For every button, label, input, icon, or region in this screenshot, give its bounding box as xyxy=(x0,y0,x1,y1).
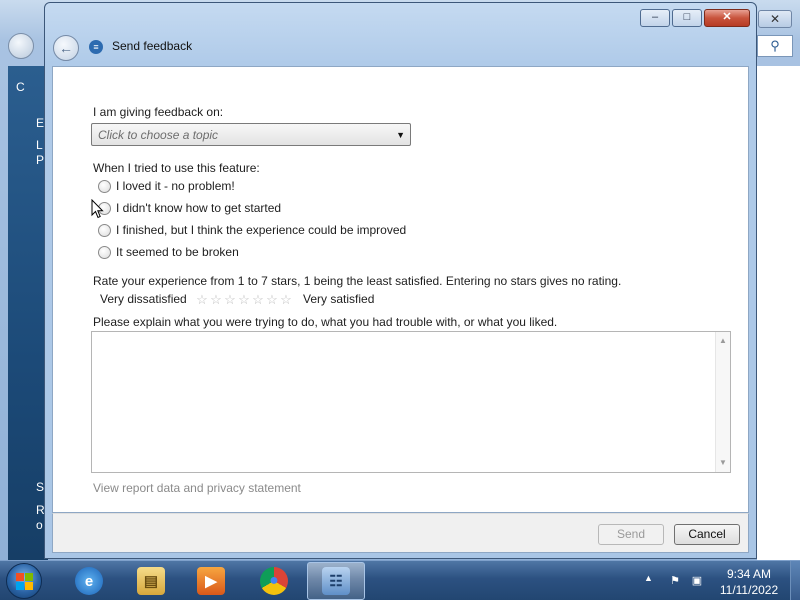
back-button[interactable]: ← xyxy=(53,35,79,61)
control-panel-icon: ☷ xyxy=(322,567,350,595)
radio-button[interactable] xyxy=(98,223,111,237)
topic-label: I am giving feedback on: xyxy=(93,105,224,119)
clock-time: 9:34 AM xyxy=(726,567,772,581)
star-icon[interactable]: ☆ xyxy=(251,293,265,307)
explain-label: Please explain what you were trying to d… xyxy=(93,315,558,329)
maximize-button[interactable]: □ xyxy=(672,9,702,27)
start-button[interactable] xyxy=(6,563,42,599)
action-center-flag-icon[interactable]: ⚑ xyxy=(668,574,682,588)
taskbar-internet-explorer[interactable]: e xyxy=(60,562,118,600)
textarea-scrollbar[interactable]: ▲ ▼ xyxy=(715,332,730,472)
rating-label: Rate your experience from 1 to 7 stars, … xyxy=(93,274,622,288)
star-icon[interactable]: ☆ xyxy=(195,293,209,307)
tray-expand-icon[interactable]: ▲ xyxy=(644,573,653,583)
bg-back-button[interactable] xyxy=(8,33,38,59)
dialog-title: Send feedback xyxy=(112,39,193,53)
minimize-button[interactable]: – xyxy=(640,9,670,27)
dialog-footer: Send Cancel xyxy=(52,513,749,553)
radio-button[interactable] xyxy=(98,179,111,193)
radio-option-could-improve[interactable]: I finished, but I think the experience c… xyxy=(98,221,406,239)
star-icon[interactable]: ☆ xyxy=(209,293,223,307)
star-icon[interactable]: ☆ xyxy=(223,293,237,307)
send-feedback-dialog: – □ ✕ ← ≡ Send feedback I am giving feed… xyxy=(44,2,757,559)
title-controls: – □ ✕ xyxy=(638,9,750,27)
bg-search-icon[interactable]: ⚲ xyxy=(757,35,793,57)
taskbar-windows-explorer[interactable]: ▤ xyxy=(122,562,180,600)
clock-date: 11/11/2022 xyxy=(719,583,779,597)
bg-close-button[interactable]: ✕ xyxy=(758,10,792,28)
taskbar: e ▤ ▶ ● ☷ ▲ ⚑ ▣ 9:34 AM 11/11/2022 xyxy=(0,560,800,600)
dialog-content: I am giving feedback on: Click to choose… xyxy=(52,66,749,513)
star-icon[interactable]: ☆ xyxy=(279,293,293,307)
send-button[interactable]: Send xyxy=(598,524,664,545)
star-rating[interactable]: ☆ ☆ ☆ ☆ ☆ ☆ ☆ xyxy=(195,293,293,307)
feature-label: When I tried to use this feature: xyxy=(93,161,260,175)
privacy-link[interactable]: View report data and privacy statement xyxy=(93,481,301,495)
chevron-down-icon: ▼ xyxy=(396,130,405,140)
windows-logo-icon xyxy=(16,573,33,590)
radio-button[interactable] xyxy=(98,245,111,259)
taskbar-chrome[interactable]: ● xyxy=(245,562,303,600)
taskbar-media-player[interactable]: ▶ xyxy=(182,562,240,600)
scroll-down-icon[interactable]: ▼ xyxy=(716,456,730,470)
internet-explorer-icon: e xyxy=(75,567,103,595)
bg-content xyxy=(757,66,800,560)
radio-option-didnt-know[interactable]: I didn't know how to get started xyxy=(98,199,281,217)
system-clock[interactable]: 9:34 AM 11/11/2022 xyxy=(712,566,786,598)
bg-sidebar-letter: L xyxy=(36,138,43,152)
back-arrow-icon: ← xyxy=(59,40,73,56)
folder-icon: ▤ xyxy=(137,567,165,595)
bg-sidebar: C E L P S R o xyxy=(8,66,48,560)
radio-option-loved-it[interactable]: I loved it - no problem! xyxy=(98,177,235,195)
topic-placeholder: Click to choose a topic xyxy=(98,128,219,142)
cancel-button[interactable]: Cancel xyxy=(674,524,740,545)
radio-label: I finished, but I think the experience c… xyxy=(116,223,407,237)
star-icon[interactable]: ☆ xyxy=(265,293,279,307)
network-icon[interactable]: ▣ xyxy=(690,574,704,588)
radio-label: It seemed to be broken xyxy=(116,245,239,259)
rating-high-label: Very satisfied xyxy=(303,292,375,306)
radio-label: I loved it - no problem! xyxy=(116,179,235,193)
taskbar-control-panel[interactable]: ☷ xyxy=(307,562,365,600)
feedback-textarea[interactable]: ▲ ▼ xyxy=(91,331,731,473)
star-icon[interactable]: ☆ xyxy=(237,293,251,307)
scroll-up-icon[interactable]: ▲ xyxy=(716,334,730,348)
rating-low-label: Very dissatisfied xyxy=(100,292,187,306)
radio-label: I didn't know how to get started xyxy=(116,201,282,215)
bg-sidebar-letter: S xyxy=(36,480,45,494)
bg-sidebar-letter: E xyxy=(36,116,45,130)
bg-sidebar-letter: P xyxy=(36,153,45,167)
show-desktop-button[interactable] xyxy=(790,561,800,600)
media-player-icon: ▶ xyxy=(197,567,225,595)
feedback-icon: ≡ xyxy=(89,40,103,54)
topic-dropdown[interactable]: Click to choose a topic ▼ xyxy=(91,123,411,146)
bg-sidebar-letter: o xyxy=(36,518,43,532)
bg-sidebar-letter: C xyxy=(16,80,25,94)
radio-option-broken[interactable]: It seemed to be broken xyxy=(98,243,239,261)
chrome-icon: ● xyxy=(260,567,288,595)
close-button[interactable]: ✕ xyxy=(704,9,750,27)
